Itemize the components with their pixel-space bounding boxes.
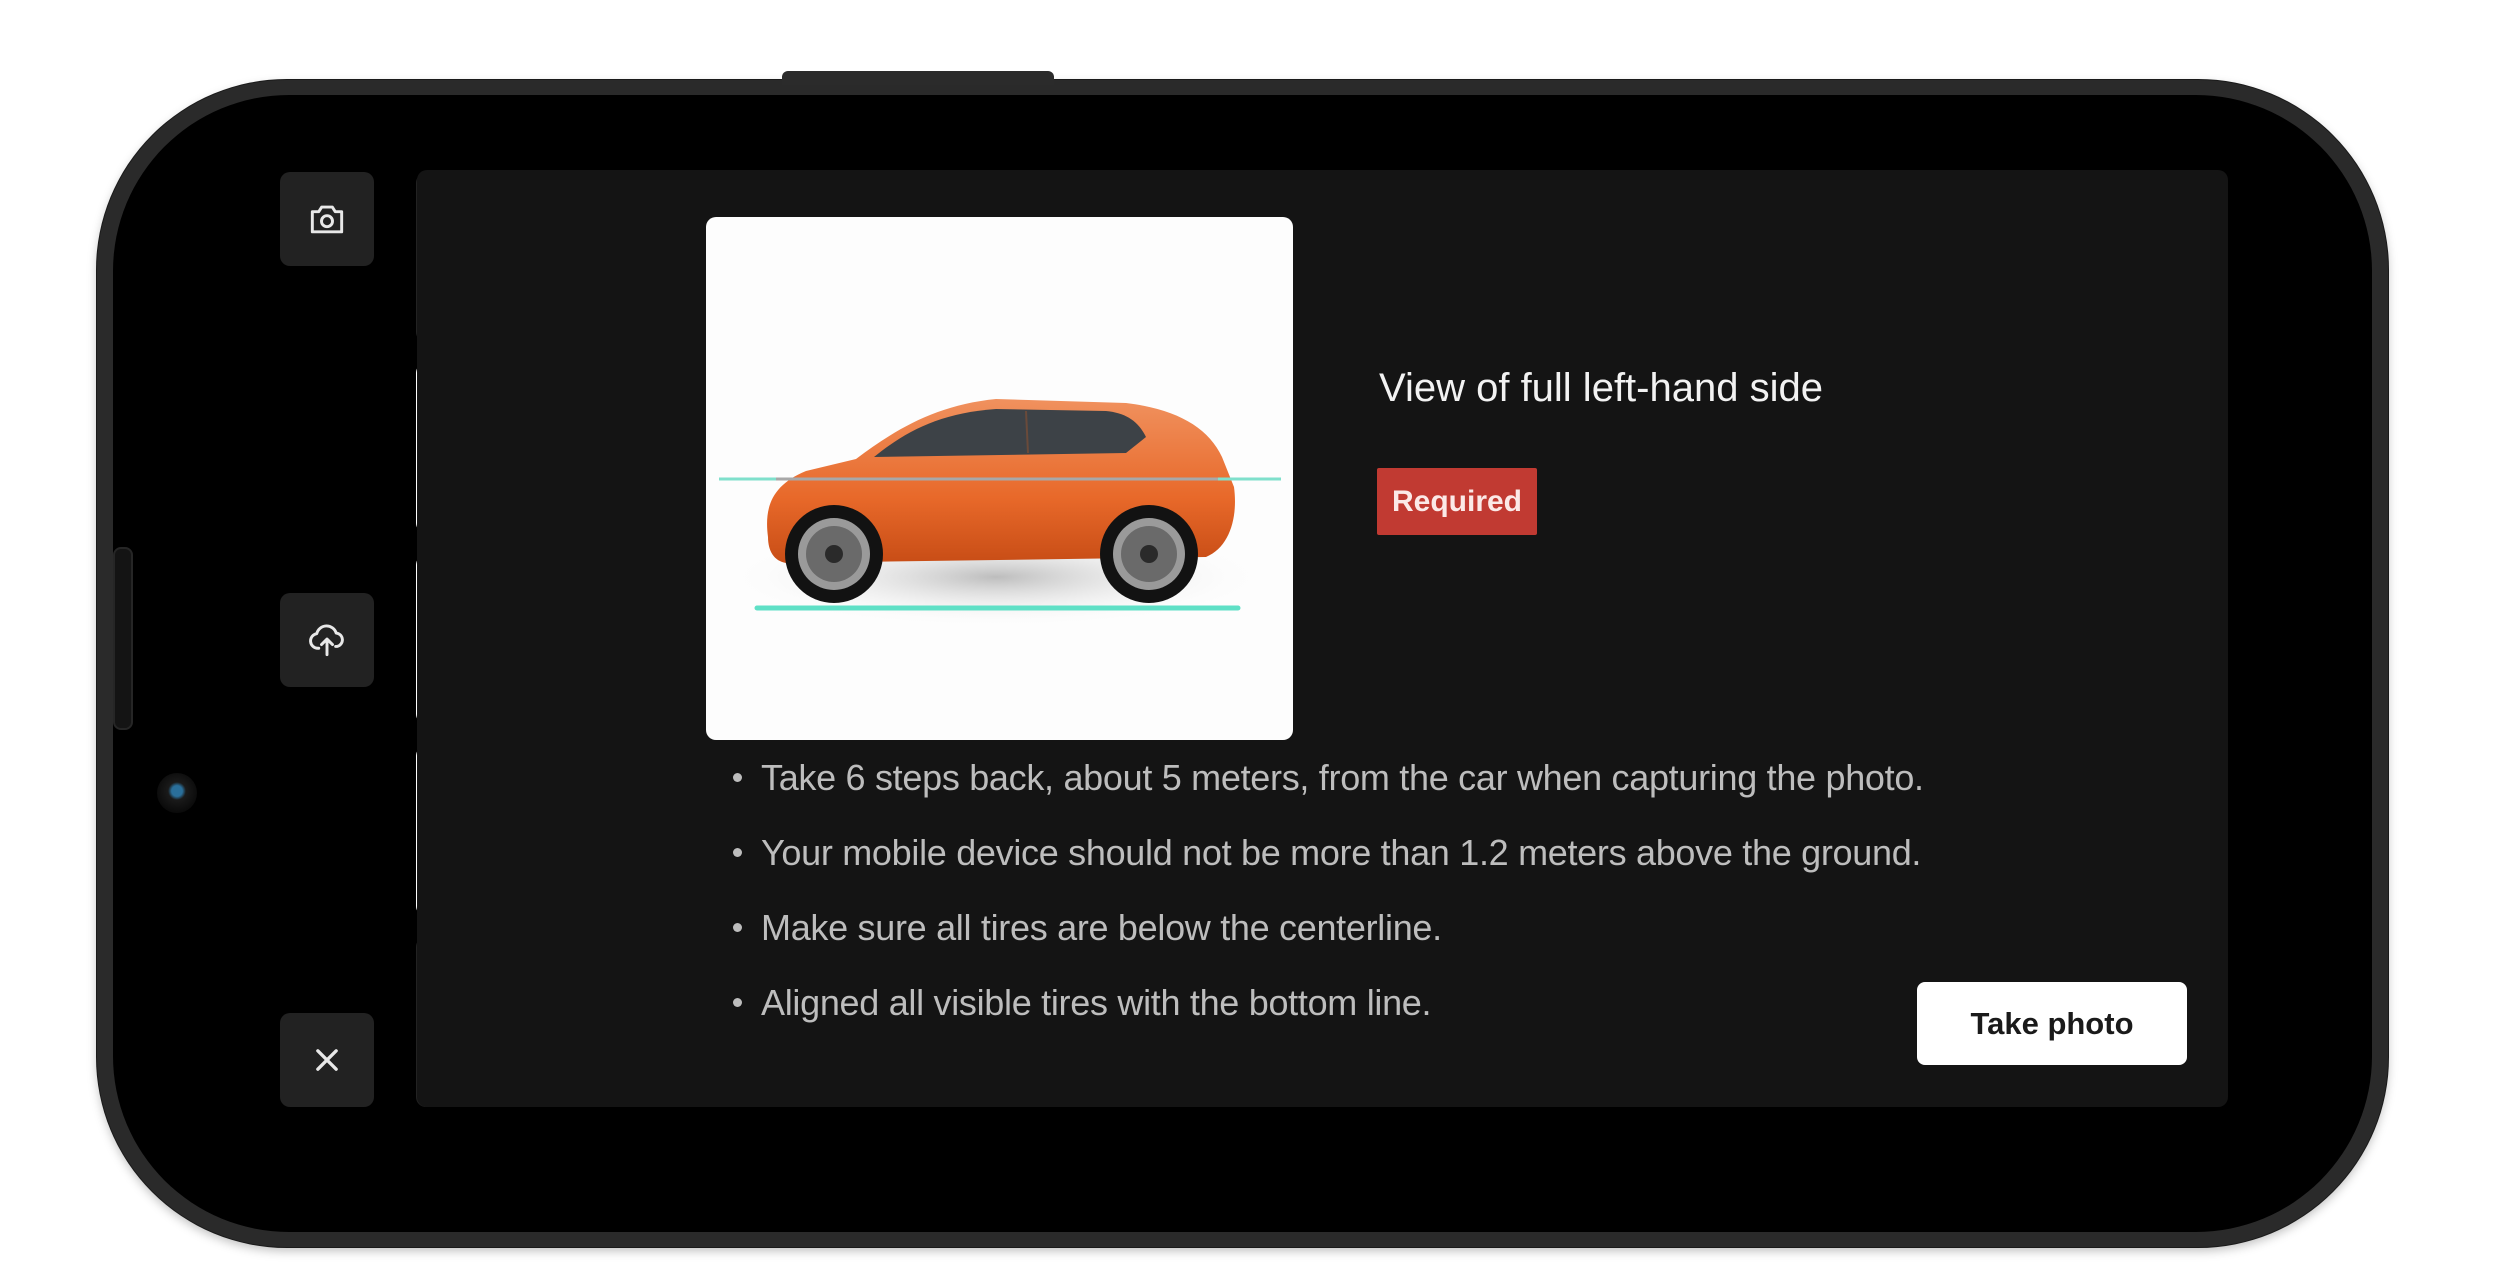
tip-item: Make sure all tires are below the center… [733, 890, 1924, 965]
front-wheel [785, 505, 883, 603]
car-side-reference-illustration [719, 399, 1281, 627]
reference-image [706, 217, 1293, 740]
required-badge: Required [1377, 468, 1537, 535]
front-camera-dot [157, 773, 197, 813]
camera-icon [310, 205, 344, 234]
close-icon [316, 1049, 338, 1071]
close-button[interactable] [280, 1013, 374, 1107]
shot-detail-panel: View of full left-hand side Required Tak… [417, 170, 2228, 1107]
take-photo-button[interactable]: Take photo [1917, 982, 2187, 1065]
camera-button[interactable] [280, 172, 374, 266]
cloud-upload-icon [309, 624, 344, 657]
tip-item: Your mobile device should not be more th… [733, 815, 1924, 890]
phone-volume-notch [113, 547, 133, 730]
phone-side-button [782, 71, 1054, 85]
rear-wheel [1100, 505, 1198, 603]
tip-item: Take 6 steps back, about 5 meters, from … [733, 740, 1924, 815]
upload-button[interactable] [280, 593, 374, 687]
capture-tips-list: Take 6 steps back, about 5 meters, from … [733, 740, 1924, 1040]
shot-title: View of full left-hand side [1379, 366, 1823, 410]
tip-item: Aligned all visible tires with the botto… [733, 965, 1924, 1040]
